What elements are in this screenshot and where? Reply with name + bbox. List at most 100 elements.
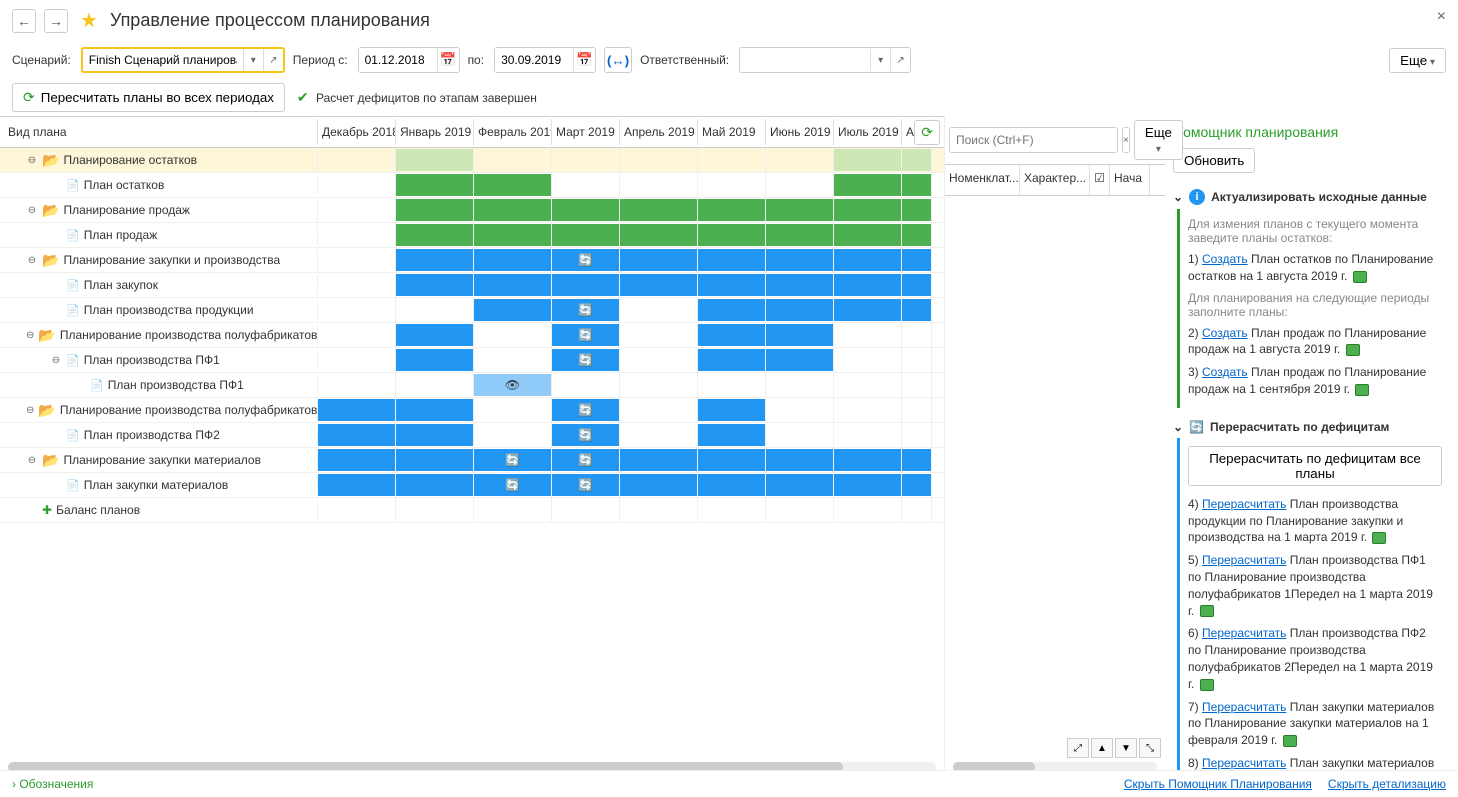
- calendar-icon[interactable]: [1283, 735, 1297, 747]
- responsible-open-button[interactable]: ↗: [890, 49, 910, 71]
- assistant-update-button[interactable]: Обновить: [1173, 148, 1255, 173]
- column-characteristic[interactable]: Характер...: [1020, 165, 1090, 195]
- detail-tool-2[interactable]: ▲: [1091, 738, 1113, 758]
- create-link[interactable]: Создать: [1202, 365, 1248, 379]
- calendar-icon[interactable]: [1355, 384, 1369, 396]
- column-month[interactable]: Июль 2019: [834, 119, 902, 145]
- nav-back-button[interactable]: ←: [12, 9, 36, 33]
- grid-row[interactable]: ⊖📂Планирование производства полуфабрикат…: [0, 398, 944, 423]
- search-clear-button[interactable]: ×: [1122, 127, 1130, 153]
- grid-row[interactable]: ⊖📄План производства ПФ1🔄: [0, 348, 944, 373]
- date-from-input[interactable]: [359, 49, 437, 71]
- detail-grid-header: Номенклат... Характер... ☑ Нача: [945, 164, 1165, 196]
- search-input[interactable]: [949, 127, 1118, 153]
- date-to-input[interactable]: [495, 49, 573, 71]
- more-button-top[interactable]: Еще: [1389, 48, 1446, 73]
- column-month[interactable]: Декабрь 2018: [318, 119, 396, 145]
- grid-row[interactable]: 📄План производства продукции🔄: [0, 298, 944, 323]
- expand-icon[interactable]: ⊖: [50, 355, 62, 366]
- refresh-icon: 🔄: [578, 303, 593, 317]
- create-link[interactable]: Создать: [1202, 326, 1248, 340]
- detail-tool-4[interactable]: ⤡: [1139, 738, 1161, 758]
- column-month[interactable]: Июнь 2019: [766, 119, 834, 145]
- grid-row[interactable]: ⊖📂Планирование закупки материалов🔄🔄: [0, 448, 944, 473]
- column-nomenclature[interactable]: Номенклат...: [945, 165, 1020, 195]
- refresh-icon: 🔄: [578, 428, 593, 442]
- document-icon: 📄: [90, 379, 104, 392]
- expand-icon[interactable]: ⊖: [26, 455, 38, 466]
- responsible-dropdown-button[interactable]: ▾: [870, 49, 890, 71]
- scenario-input[interactable]: [83, 49, 243, 71]
- grid-row[interactable]: 📄План производства ПФ1👁: [0, 373, 944, 398]
- close-icon[interactable]: ×: [1437, 8, 1446, 26]
- responsible-input[interactable]: [740, 49, 870, 71]
- column-month[interactable]: Май 2019: [698, 119, 766, 145]
- grid-row[interactable]: 📄План закупок: [0, 273, 944, 298]
- grid-row[interactable]: ⊖📂Планирование производства полуфабрикат…: [0, 323, 944, 348]
- calendar-icon[interactable]: [1200, 679, 1214, 691]
- detail-tool-1[interactable]: ⤢: [1067, 738, 1089, 758]
- create-link[interactable]: Создать: [1202, 252, 1248, 266]
- section-actualize-header[interactable]: ⌄ i Актуализировать исходные данные: [1173, 185, 1450, 209]
- column-month[interactable]: Январь 2019: [396, 119, 474, 145]
- column-plan-type[interactable]: Вид плана: [0, 119, 318, 145]
- section-recalc-header[interactable]: ⌄ 🔄 Перерасчитать по дефицитам: [1173, 416, 1450, 438]
- hide-detail-link[interactable]: Скрыть детализацию: [1328, 777, 1446, 791]
- calendar-icon[interactable]: [1200, 605, 1214, 617]
- expand-icon[interactable]: ⊖: [26, 255, 38, 266]
- assistant-item: 5) Перерасчитать План производства ПФ1 п…: [1188, 552, 1442, 619]
- expand-icon[interactable]: ⊖: [26, 330, 34, 341]
- scenario-open-button[interactable]: ↗: [263, 49, 283, 71]
- column-month[interactable]: Март 2019: [552, 119, 620, 145]
- row-label-text: План производства продукции: [84, 303, 254, 317]
- calendar-icon[interactable]: [1372, 532, 1386, 544]
- grid-row[interactable]: ⊖📂Планирование закупки и производства🔄: [0, 248, 944, 273]
- expand-icon[interactable]: ⊖: [26, 155, 38, 166]
- recalc-link[interactable]: Перерасчитать: [1202, 553, 1286, 567]
- folder-icon: 📂: [42, 202, 59, 219]
- calendar-icon[interactable]: [1346, 344, 1360, 356]
- legend-toggle[interactable]: › Обозначения: [12, 777, 93, 791]
- favorite-star-icon[interactable]: ★: [80, 8, 98, 33]
- refresh-icon: 🔄: [578, 353, 593, 367]
- grid-row[interactable]: 📄 План производства ПФ2 🔄: [0, 423, 944, 448]
- grid-row[interactable]: ⊖📂Планирование продаж: [0, 198, 944, 223]
- document-icon: 📄: [66, 429, 80, 442]
- document-icon: 📄: [66, 179, 80, 192]
- grid-row[interactable]: ✚Баланс планов: [0, 498, 944, 523]
- recalc-link[interactable]: Перерасчитать: [1202, 756, 1286, 770]
- scenario-dropdown-button[interactable]: ▾: [243, 49, 263, 71]
- date-to-picker-button[interactable]: 📅: [573, 49, 595, 71]
- column-month[interactable]: Февраль 2019: [474, 119, 552, 145]
- recalc-link[interactable]: Перерасчитать: [1202, 700, 1286, 714]
- row-label-text: План производства ПФ2: [84, 428, 220, 442]
- recalc-link[interactable]: Перерасчитать: [1202, 626, 1286, 640]
- recalc-link[interactable]: Перерасчитать: [1202, 497, 1286, 511]
- more-button-middle[interactable]: Еще: [1134, 120, 1183, 160]
- grid-row[interactable]: 📄План продаж: [0, 223, 944, 248]
- grid-row[interactable]: ⊖📂Планирование остатков: [0, 148, 944, 173]
- column-start[interactable]: Нача: [1110, 165, 1150, 195]
- recalc-all-deficits-button[interactable]: Перерасчитать по дефицитам все планы: [1188, 446, 1442, 486]
- grid-refresh-button[interactable]: ⟳: [914, 120, 940, 145]
- document-icon: 📄: [66, 229, 80, 242]
- refresh-icon: 🔄: [505, 453, 520, 467]
- expand-icon[interactable]: ⊖: [26, 405, 34, 416]
- grid-row[interactable]: 📄План закупки материалов🔄🔄: [0, 473, 944, 498]
- column-checkbox[interactable]: ☑: [1090, 165, 1110, 195]
- chevron-down-icon: ⌄: [1173, 420, 1183, 434]
- nav-forward-button[interactable]: →: [44, 9, 68, 33]
- column-month[interactable]: Апрель 2019: [620, 119, 698, 145]
- assistant-item: 7) Перерасчитать План закупки материалов…: [1188, 699, 1442, 749]
- hide-assistant-link[interactable]: Скрыть Помощник Планирования: [1124, 777, 1312, 791]
- folder-icon: 📂: [42, 152, 59, 169]
- grid-row[interactable]: 📄План остатков: [0, 173, 944, 198]
- recalculate-all-button[interactable]: ⟳ Пересчитать планы во всех периодах: [12, 83, 285, 112]
- document-icon: 📄: [66, 354, 80, 367]
- expand-icon[interactable]: ⊖: [26, 205, 38, 216]
- calendar-icon[interactable]: [1353, 271, 1367, 283]
- date-from-picker-button[interactable]: 📅: [437, 49, 459, 71]
- detail-tool-3[interactable]: ▼: [1115, 738, 1137, 758]
- refresh-icon: ⟳: [23, 89, 35, 106]
- period-toggle-button[interactable]: (↔): [604, 47, 632, 73]
